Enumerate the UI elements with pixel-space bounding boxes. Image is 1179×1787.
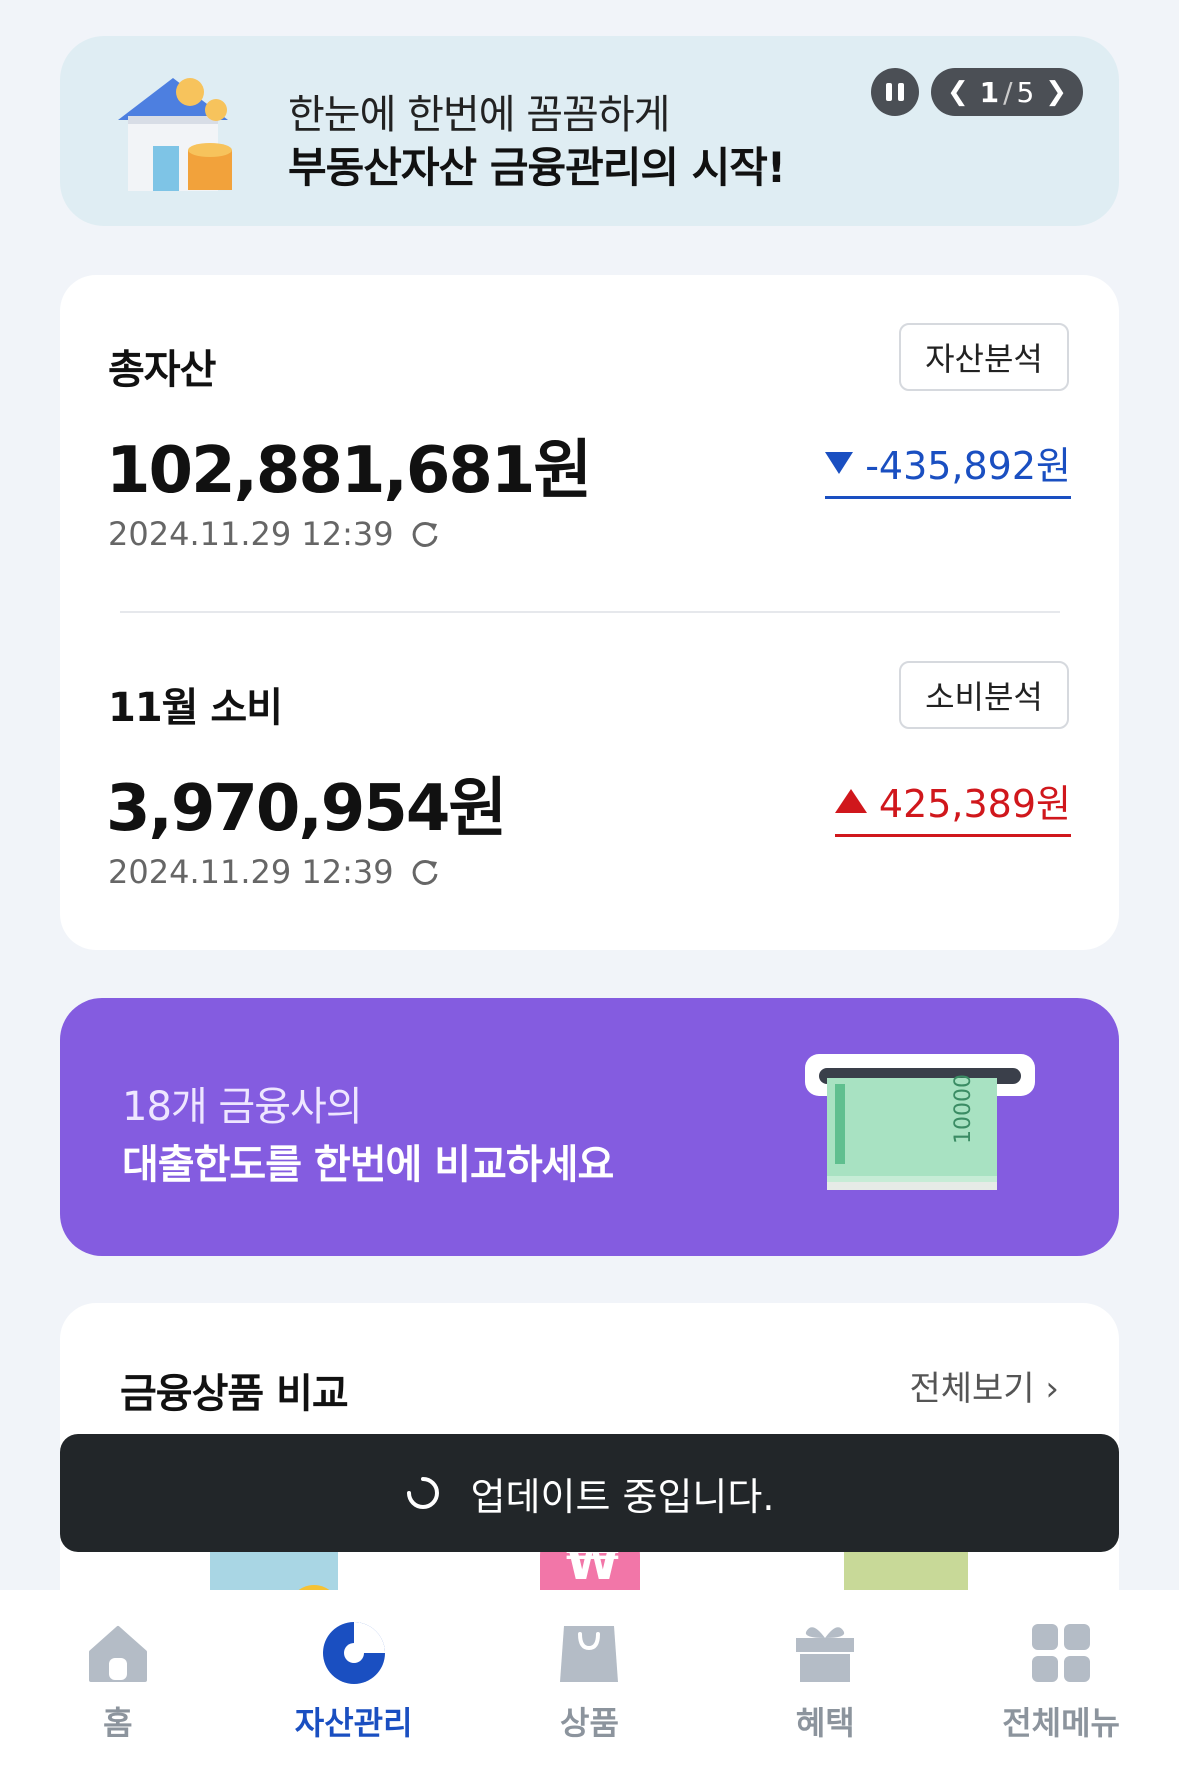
spending-title: 11월 소비 — [108, 685, 283, 731]
nav-item-assets[interactable]: 자산관리 — [254, 1618, 454, 1744]
nav-label-assets: 자산관리 — [294, 1704, 413, 1742]
banner-pager: ❮ 1/5 ❯ — [931, 68, 1083, 116]
pie-chart-icon — [322, 1622, 385, 1684]
toast-message: 업데이트 중입니다. — [470, 1474, 775, 1519]
promo-line-1: 한눈에 한번에 꼼꼼하게 — [288, 92, 670, 138]
asset-summary-card: 총자산 자산분석 102,881,681원 -435,892원 2024.11.… — [60, 275, 1119, 950]
pager-separator: / — [1003, 75, 1013, 109]
grid-menu-icon — [1032, 1624, 1091, 1682]
section-divider — [120, 611, 1060, 613]
asset-timestamp: 2024.11.29 12:39 — [108, 515, 440, 553]
spending-updated-at: 2024.11.29 12:39 — [108, 853, 394, 891]
spending-timestamp: 2024.11.29 12:39 — [108, 853, 440, 891]
asset-change-value: -435,892원 — [865, 444, 1071, 488]
shopping-bag-icon — [560, 1626, 619, 1682]
loan-banner-line-1: 18개 금융사의 — [122, 1084, 363, 1130]
view-all-label: 전체보기 — [909, 1369, 1035, 1409]
nav-item-home[interactable]: 홈 — [18, 1618, 218, 1744]
pager-total: 5 — [1016, 75, 1035, 109]
nav-label-home: 홈 — [103, 1704, 133, 1742]
view-all-link[interactable]: 전체보기 › — [909, 1361, 1059, 1410]
up-triangle-icon — [834, 788, 867, 813]
refresh-icon[interactable] — [410, 519, 440, 549]
spending-analysis-button[interactable]: 소비분석 — [899, 661, 1069, 729]
promo-banner[interactable]: 한눈에 한번에 꼼꼼하게 부동산자산 금융관리의 시작! ❮ 1/5 ❯ — [60, 36, 1119, 226]
pager-current: 1 — [979, 75, 1000, 109]
bottom-nav: 홈 자산관리 상품 혜택 전체메뉴 — [0, 1590, 1179, 1787]
asset-change[interactable]: -435,892원 — [825, 435, 1071, 499]
house-coins-icon — [118, 78, 232, 191]
pause-icon — [886, 83, 892, 101]
home-icon — [88, 1626, 147, 1682]
loan-banner-line-2: 대출한도를 한번에 비교하세요 — [122, 1142, 614, 1188]
update-toast: 업데이트 중입니다. — [60, 1434, 1119, 1552]
chevron-right-icon[interactable]: ❯ — [1045, 77, 1067, 107]
chevron-left-icon[interactable]: ❮ — [947, 77, 969, 107]
asset-updated-at: 2024.11.29 12:39 — [108, 515, 394, 553]
nav-item-all-menu[interactable]: 전체메뉴 — [961, 1618, 1161, 1744]
bill-denomination: 10000 — [951, 1074, 976, 1144]
nav-label-products: 상품 — [560, 1704, 619, 1742]
down-triangle-icon — [825, 451, 854, 474]
chevron-right-icon: › — [1045, 1369, 1059, 1409]
spending-amount: 3,970,954원 — [106, 772, 507, 846]
gift-icon — [796, 1627, 855, 1682]
nav-item-benefits[interactable]: 혜택 — [725, 1618, 925, 1744]
total-assets-title: 총자산 — [108, 347, 216, 393]
pause-button[interactable] — [871, 68, 919, 116]
asset-analysis-button[interactable]: 자산분석 — [899, 323, 1069, 391]
spending-change-value: 425,389원 — [878, 782, 1071, 826]
refresh-icon[interactable] — [410, 857, 440, 887]
spending-change[interactable]: 425,389원 — [834, 773, 1071, 837]
nav-item-products[interactable]: 상품 — [489, 1618, 689, 1744]
product-compare-title: 금융상품 비교 — [120, 1371, 349, 1417]
loan-compare-banner[interactable]: 18개 금융사의 대출한도를 한번에 비교하세요 10000 — [60, 998, 1119, 1256]
nav-label-benefits: 혜택 — [795, 1704, 855, 1742]
nav-label-all-menu: 전체메뉴 — [1002, 1704, 1120, 1742]
loading-spinner-icon — [406, 1477, 439, 1509]
promo-line-2: 부동산자산 금융관리의 시작! — [288, 143, 786, 192]
total-assets-amount: 102,881,681원 — [106, 434, 592, 508]
cash-dispenser-icon: 10000 — [805, 1054, 1035, 1190]
